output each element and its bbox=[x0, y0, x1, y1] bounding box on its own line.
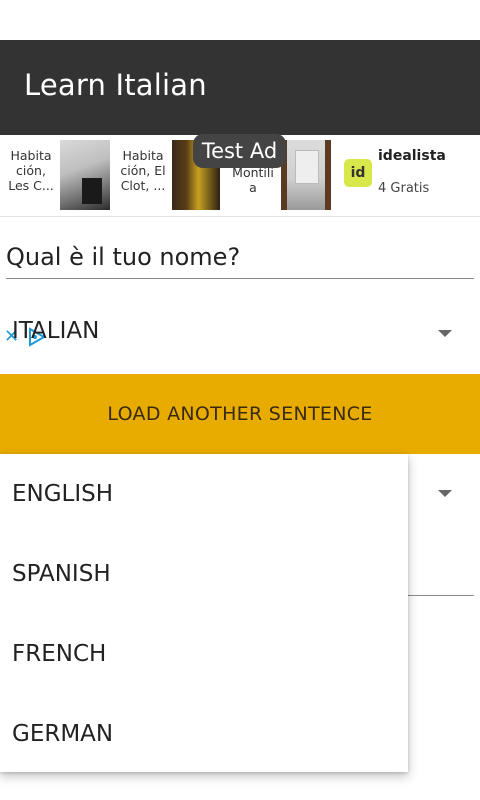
app-title: Learn Italian bbox=[24, 68, 207, 102]
dropdown-option-label: GERMAN bbox=[12, 721, 114, 747]
dropdown-arrow-icon bbox=[438, 330, 452, 337]
ad-item-3-text[interactable]: Montili a bbox=[228, 165, 278, 199]
dropdown-option-english[interactable]: ENGLISH bbox=[0, 454, 408, 534]
status-bar bbox=[0, 0, 480, 40]
dropdown-option-french[interactable]: FRENCH bbox=[0, 614, 408, 694]
sentence-input[interactable] bbox=[6, 236, 474, 279]
dropdown-option-spanish[interactable]: SPANISH bbox=[0, 534, 408, 614]
ad-brand-name[interactable]: idealista bbox=[378, 148, 446, 164]
app-bar: Learn Italian bbox=[0, 40, 480, 135]
ad-item-2-text[interactable]: Habita ción, El Clot, ... bbox=[117, 148, 169, 194]
dropdown-option-label: SPANISH bbox=[12, 561, 111, 587]
ad-subtext[interactable]: 4 Gratis bbox=[378, 181, 429, 196]
dropdown-option-german[interactable]: GERMAN bbox=[0, 694, 408, 774]
dropdown-option-label: ENGLISH bbox=[12, 481, 114, 507]
ad-item-1-text[interactable]: Habita ción, Les C... bbox=[6, 148, 56, 194]
language-dropdown-menu: ENGLISH SPANISH FRENCH GERMAN bbox=[0, 454, 408, 772]
dropdown-option-label: FRENCH bbox=[12, 641, 107, 667]
load-another-sentence-button[interactable]: LOAD ANOTHER SENTENCE bbox=[0, 374, 480, 454]
ad-item-3-image[interactable] bbox=[281, 140, 331, 210]
dropdown-arrow-icon bbox=[438, 490, 452, 497]
ad-brand-logo[interactable]: id bbox=[344, 159, 372, 187]
ad-item-1-image[interactable] bbox=[60, 140, 110, 210]
test-ad-badge: Test Ad bbox=[193, 134, 286, 168]
source-language-spinner[interactable]: ITALIAN bbox=[0, 306, 480, 362]
translation-field-underline bbox=[408, 595, 474, 596]
source-language-value: ITALIAN bbox=[12, 318, 100, 344]
